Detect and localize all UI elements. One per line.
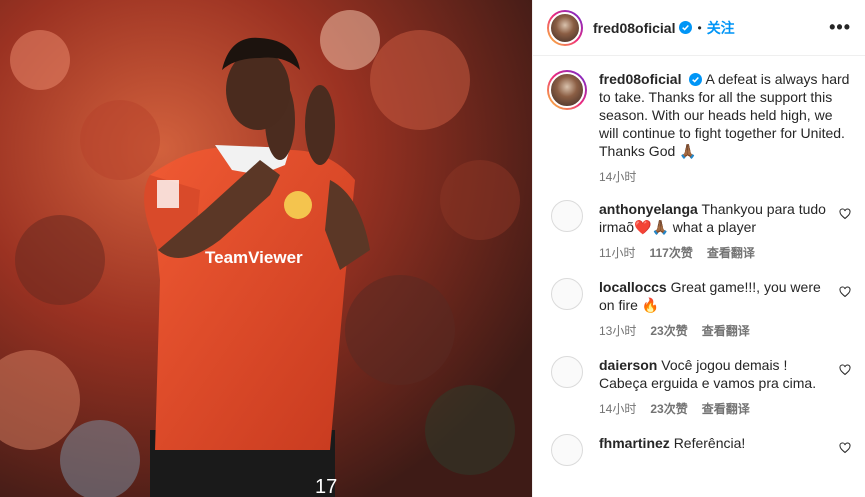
shirt-number: 17 xyxy=(315,476,337,497)
commenter-avatar[interactable] xyxy=(551,434,583,466)
author-username[interactable]: fred08oficial xyxy=(593,20,675,36)
player-illustration: 17 TeamViewer xyxy=(0,0,532,497)
post-header: fred08oficial • 关注 ••• xyxy=(533,0,865,56)
post-panel: fred08oficial • 关注 ••• fred08oficial A d… xyxy=(532,0,865,497)
comment-username[interactable]: fhmartinez xyxy=(599,435,670,451)
heart-icon[interactable] xyxy=(839,364,851,376)
comment-username[interactable]: daierson xyxy=(599,357,657,373)
heart-icon[interactable] xyxy=(839,286,851,298)
comment-likes[interactable]: 117次赞 xyxy=(649,244,692,262)
heart-icon[interactable] xyxy=(839,208,851,220)
comments-list: fred08oficial A defeat is always hard to… xyxy=(533,56,865,466)
post-photo: 17 TeamViewer xyxy=(0,0,532,497)
comment-item: localloccs Great game!!!, you were on fi… xyxy=(547,278,851,340)
caption-username[interactable]: fred08oficial xyxy=(599,71,681,87)
comment-time: 11小时 xyxy=(599,246,636,260)
verified-badge-icon xyxy=(689,73,703,86)
heart-icon[interactable] xyxy=(839,442,851,454)
separator-dot: • xyxy=(697,20,702,35)
comment-likes[interactable]: 23次赞 xyxy=(650,400,687,418)
caption-time: 14小时 xyxy=(599,170,637,184)
translate-link[interactable]: 查看翻译 xyxy=(702,400,750,418)
comment-likes[interactable]: 23次赞 xyxy=(650,322,687,340)
comment-item: fhmartinez Referência! xyxy=(547,434,851,466)
comment-username[interactable]: localloccs xyxy=(599,279,667,295)
translate-link[interactable]: 查看翻译 xyxy=(707,244,755,262)
commenter-avatar[interactable] xyxy=(551,278,583,310)
translate-link[interactable]: 查看翻译 xyxy=(702,322,750,340)
post-caption: fred08oficial A defeat is always hard to… xyxy=(547,70,851,186)
comment-text: Referência! xyxy=(673,435,746,451)
more-options-icon[interactable]: ••• xyxy=(829,17,851,38)
commenter-avatar[interactable] xyxy=(551,356,583,388)
comment-time: 14小时 xyxy=(599,402,637,416)
follow-button[interactable]: 关注 xyxy=(707,18,735,38)
comment-item: anthonyelanga Thankyou para tudo irmaõ❤️… xyxy=(547,200,851,262)
commenter-avatar[interactable] xyxy=(551,200,583,232)
comment-item: daierson Você jogou demais ! Cabeça ergu… xyxy=(547,356,851,418)
verified-badge-icon xyxy=(679,21,693,34)
comment-username[interactable]: anthonyelanga xyxy=(599,201,698,217)
comment-time: 13小时 xyxy=(599,324,637,338)
author-avatar[interactable] xyxy=(547,9,583,46)
shirt-sponsor: TeamViewer xyxy=(205,248,303,267)
caption-avatar[interactable] xyxy=(547,70,587,110)
